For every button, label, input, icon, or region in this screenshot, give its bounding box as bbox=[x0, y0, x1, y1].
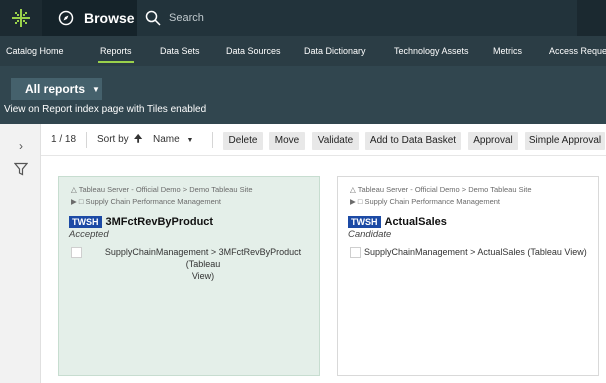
simple-approval-button[interactable]: Simple Approval bbox=[525, 132, 605, 150]
main-nav: Catalog Home Reports Data Sets Data Sour… bbox=[0, 36, 606, 66]
breadcrumb-path: Tableau Server - Official Demo > Demo Ta… bbox=[78, 185, 253, 194]
select-checkbox[interactable] bbox=[350, 247, 361, 258]
grid-logo-icon[interactable] bbox=[0, 0, 42, 36]
report-path-line1: SupplyChainManagement > 3MFctRevByProduc… bbox=[104, 247, 302, 269]
tile-title-row: TWSH ActualSales bbox=[348, 216, 447, 228]
select-checkbox[interactable] bbox=[71, 247, 82, 258]
folder-name: Supply Chain Performance Management bbox=[364, 197, 501, 206]
search-input[interactable]: Search bbox=[137, 0, 577, 36]
expand-icon[interactable]: ▶ bbox=[71, 197, 77, 206]
search-icon bbox=[145, 10, 161, 26]
sort-label: Sort by bbox=[97, 134, 129, 145]
breadcrumb: △ Tableau Server - Official Demo > Demo … bbox=[350, 185, 532, 194]
sort-field-dropdown[interactable]: Name ▼ bbox=[153, 124, 193, 156]
browse-label: Browse bbox=[84, 10, 135, 26]
report-tile[interactable]: △ Tableau Server - Official Demo > Demo … bbox=[58, 176, 320, 376]
breadcrumb-path: Tableau Server - Official Demo > Demo Ta… bbox=[357, 185, 532, 194]
divider bbox=[86, 132, 87, 148]
all-reports-label: All reports bbox=[25, 82, 86, 96]
add-to-data-basket-button[interactable]: Add to Data Basket bbox=[365, 132, 461, 150]
caret-down-icon: ▼ bbox=[92, 84, 100, 94]
all-reports-dropdown[interactable]: All reports ▼ bbox=[11, 78, 102, 100]
search-placeholder: Search bbox=[169, 12, 204, 24]
report-status: Candidate bbox=[348, 229, 392, 240]
validate-button[interactable]: Validate bbox=[312, 132, 359, 150]
report-toolbar: 1 / 18 Sort by 🠉 Name ▼ Delete Move Vali… bbox=[41, 124, 606, 156]
breadcrumb: △ Tableau Server - Official Demo > Demo … bbox=[71, 185, 253, 194]
divider bbox=[212, 132, 213, 148]
top-right-area bbox=[577, 0, 606, 36]
server-icon: △ bbox=[71, 185, 77, 194]
report-path: SupplyChainManagement > ActualSales (Tab… bbox=[364, 246, 600, 258]
breadcrumb-folder: ▶ □ Supply Chain Performance Management bbox=[350, 197, 500, 206]
page-subtitle: View on Report index page with Tiles ena… bbox=[4, 104, 207, 115]
tab-data-sources[interactable]: Data Sources bbox=[226, 36, 281, 66]
folder-icon: □ bbox=[357, 197, 363, 206]
type-badge: TWSH bbox=[69, 216, 102, 228]
report-status: Accepted bbox=[69, 229, 109, 240]
report-path: SupplyChainManagement > 3MFctRevByProduc… bbox=[89, 246, 317, 282]
compass-icon bbox=[58, 10, 74, 26]
report-tile[interactable]: △ Tableau Server - Official Demo > Demo … bbox=[337, 176, 599, 376]
tab-access-requests[interactable]: Access Reques bbox=[549, 36, 606, 66]
chevron-right-icon[interactable]: › bbox=[19, 139, 23, 153]
tab-data-sets[interactable]: Data Sets bbox=[160, 36, 200, 66]
report-path-line2: View) bbox=[191, 271, 215, 281]
approval-button[interactable]: Approval bbox=[468, 132, 518, 150]
move-button[interactable]: Move bbox=[269, 132, 305, 150]
left-rail: › bbox=[0, 124, 41, 383]
caret-down-icon: ▼ bbox=[186, 137, 194, 144]
server-icon: △ bbox=[350, 185, 356, 194]
folder-icon: □ bbox=[78, 197, 84, 206]
tab-catalog-home[interactable]: Catalog Home bbox=[6, 36, 64, 66]
sort-field-label: Name bbox=[153, 134, 180, 145]
tile-title-row: TWSH 3MFctRevByProduct bbox=[69, 216, 213, 228]
arrow-up-icon[interactable]: 🠉 bbox=[134, 124, 142, 156]
folder-name: Supply Chain Performance Management bbox=[85, 197, 222, 206]
report-title[interactable]: ActualSales bbox=[385, 216, 447, 228]
tab-metrics[interactable]: Metrics bbox=[493, 36, 522, 66]
tab-data-dictionary[interactable]: Data Dictionary bbox=[304, 36, 366, 66]
tab-reports[interactable]: Reports bbox=[98, 36, 134, 66]
expand-icon[interactable]: ▶ bbox=[350, 197, 356, 206]
report-title[interactable]: 3MFctRevByProduct bbox=[106, 216, 214, 228]
filter-icon[interactable] bbox=[14, 162, 28, 176]
tab-technology-assets[interactable]: Technology Assets bbox=[394, 36, 469, 66]
browse-button[interactable]: Browse bbox=[42, 0, 137, 36]
breadcrumb-folder: ▶ □ Supply Chain Performance Management bbox=[71, 197, 221, 206]
report-path-line1: SupplyChainManagement > ActualSales (Tab… bbox=[364, 247, 587, 257]
delete-button[interactable]: Delete bbox=[223, 132, 263, 150]
type-badge: TWSH bbox=[348, 216, 381, 228]
page-count: 1 / 18 bbox=[51, 134, 77, 145]
